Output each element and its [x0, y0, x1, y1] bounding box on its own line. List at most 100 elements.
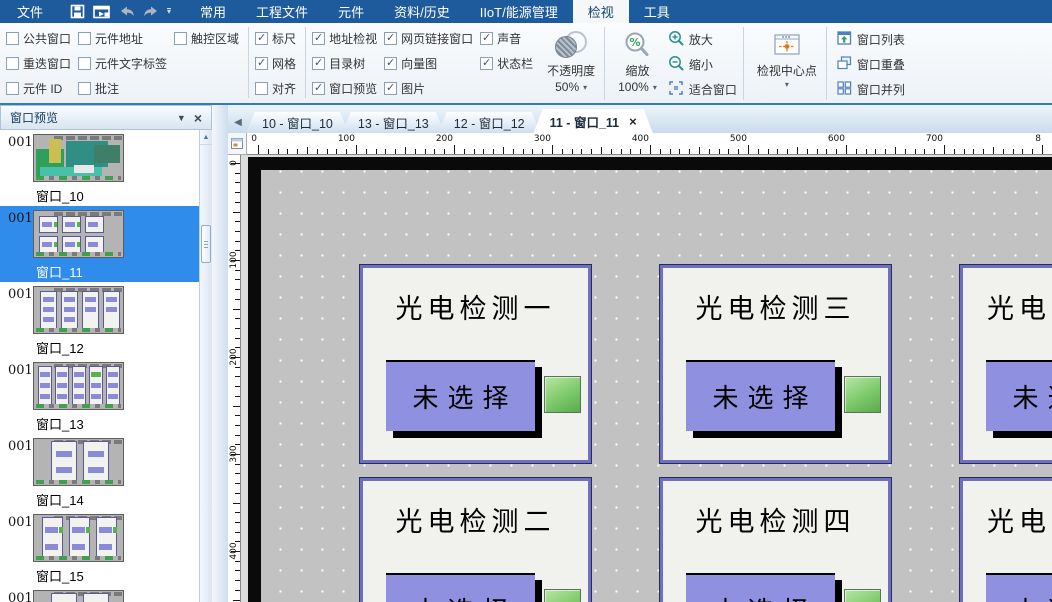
ruler-tick: [233, 309, 240, 310]
ruler-tick: [630, 149, 631, 154]
window-preview-item[interactable]: 0016: [0, 586, 199, 602]
ribbon-checkbox[interactable]: ✓状态栏: [480, 51, 533, 76]
scrollbar-thumb[interactable]: [201, 225, 211, 263]
fit-window-button[interactable]: 适合窗口: [664, 77, 741, 102]
zoom-in-button[interactable]: 放大: [664, 27, 741, 52]
window-tile-button[interactable]: 窗口并列: [833, 77, 909, 102]
hmi-select-button[interactable]: 未选择: [986, 360, 1052, 431]
hmi-select-button[interactable]: 未选择: [386, 360, 535, 431]
ruler-tick: [836, 149, 837, 154]
menu-tab[interactable]: 检视: [573, 0, 629, 23]
editor-tab[interactable]: 13 - 窗口_13: [342, 112, 445, 133]
ruler-tick: [699, 147, 700, 154]
ribbon-checkbox[interactable]: 元件地址: [78, 26, 167, 51]
checkbox-checked-icon: ✓: [255, 32, 268, 45]
view-center-button[interactable]: 检视中心点 ▾: [750, 26, 824, 91]
hmi-select-button[interactable]: 未选择: [686, 360, 835, 431]
ribbon-checkbox[interactable]: 重迭窗口: [6, 51, 71, 76]
ribbon-checkbox[interactable]: 批注: [78, 76, 167, 101]
undo-icon[interactable]: [119, 5, 135, 18]
hmi-group-panel[interactable]: 光电未选择: [960, 265, 1052, 463]
customize-toolbar-icon[interactable]: ▾: [167, 8, 171, 15]
hmi-group-panel[interactable]: 光电检测二未选择: [360, 478, 591, 602]
window-list-label: 窗口列表: [857, 31, 905, 48]
thumbnail-shape: [51, 593, 77, 602]
window-preview-item[interactable]: 0010窗口_10: [0, 130, 199, 206]
window-preview-header: 窗口预览 ▼ ×: [0, 105, 212, 130]
menu-tab[interactable]: 工具: [629, 0, 685, 23]
ruler-tick: [591, 149, 592, 154]
ribbon-checkbox[interactable]: ✓标尺: [255, 26, 296, 51]
hmi-status-indicator[interactable]: [544, 376, 581, 413]
ribbon-checkbox[interactable]: 元件文字标签: [78, 51, 167, 76]
export-window-icon[interactable]: [93, 5, 111, 19]
hmi-canvas[interactable]: 光电检测一未选择光电检测三未选择光电未选择光电检测二未选择光电检测四未选择光电未…: [241, 155, 1052, 602]
menu-file-button[interactable]: 文件: [0, 0, 60, 23]
tab-scroll-left-icon[interactable]: ◀: [230, 112, 246, 133]
editor-tab[interactable]: 10 - 窗口_10: [246, 112, 349, 133]
hmi-select-button[interactable]: 未选择: [686, 573, 835, 602]
hmi-group-panel[interactable]: 光电检测一未选择: [360, 265, 591, 463]
editor-tab[interactable]: 12 - 窗口_12: [438, 112, 541, 133]
panel-dropdown-icon[interactable]: ▼: [177, 113, 186, 123]
checkbox-label: 网格: [272, 55, 296, 72]
hmi-group-panel[interactable]: 光电检测三未选择: [660, 265, 891, 463]
hmi-status-indicator[interactable]: [844, 589, 881, 602]
ruler-tick: [278, 149, 279, 154]
ribbon-checkbox[interactable]: ✓网页链接窗口: [384, 26, 473, 51]
ribbon-checkbox[interactable]: 元件 ID: [6, 76, 71, 101]
ruler-corner-icon[interactable]: [228, 133, 247, 155]
ruler-tick: [611, 149, 612, 154]
editor-tab[interactable]: 11 - 窗口_11×: [534, 109, 653, 133]
save-icon[interactable]: [70, 4, 85, 19]
ribbon-checkbox[interactable]: ✓窗口预览: [312, 76, 377, 101]
hmi-group-panel[interactable]: 光电检测四未选择: [660, 478, 891, 602]
ribbon-checkbox[interactable]: 对齐: [255, 76, 296, 101]
ruler-tick: [336, 149, 337, 154]
hmi-select-button[interactable]: 未选择: [386, 573, 535, 602]
ribbon-checkbox[interactable]: ✓网格: [255, 51, 296, 76]
ribbon-checkbox[interactable]: ✓声音: [480, 26, 533, 51]
menu-tab[interactable]: IIoT/能源管理: [465, 0, 573, 23]
editor-tab-bar: ◀ 10 - 窗口_1013 - 窗口_1312 - 窗口_1211 - 窗口_…: [228, 105, 1052, 133]
window-preview-item[interactable]: 0013窗口_13: [0, 358, 199, 434]
preview-scrollbar[interactable]: ▲: [199, 130, 212, 602]
hmi-status-indicator[interactable]: [844, 376, 881, 413]
ribbon-checkbox[interactable]: ✓地址检视: [312, 26, 377, 51]
ribbon-checkbox[interactable]: 公共窗口: [6, 26, 71, 51]
ruler-tick: [434, 149, 435, 154]
menu-tab[interactable]: 元件: [323, 0, 379, 23]
window-preview-item[interactable]: 0012窗口_12: [0, 282, 199, 358]
ribbon-checkbox[interactable]: ✓目录树: [312, 51, 377, 76]
window-preview-item[interactable]: 0015窗口_15: [0, 510, 199, 586]
ribbon-separator: [248, 27, 249, 98]
redo-icon[interactable]: [143, 5, 159, 18]
panel-splitter[interactable]: [212, 105, 228, 602]
menu-tab[interactable]: 资料/历史: [379, 0, 465, 23]
window-preview-item[interactable]: 0011窗口_11: [0, 206, 199, 282]
zoom-out-button[interactable]: 缩小: [664, 52, 741, 77]
ruler-label: 400: [619, 134, 649, 144]
ruler-tick: [983, 149, 984, 154]
opacity-button[interactable]: 不透明度 50%▾: [540, 26, 602, 96]
checkbox-label: 元件地址: [95, 30, 143, 47]
ruler-tick: [650, 145, 651, 154]
ruler-tick: [235, 376, 240, 377]
zoom-button[interactable]: % 缩放 100%▾: [611, 26, 664, 96]
ribbon-checkbox[interactable]: ✓图片: [384, 76, 473, 101]
hmi-group-panel[interactable]: 光电未选择: [960, 478, 1052, 602]
window-overlap-button[interactable]: 窗口重叠: [833, 52, 909, 77]
window-list-button[interactable]: 窗口列表: [833, 27, 909, 52]
scroll-up-icon[interactable]: ▲: [200, 130, 212, 145]
ruler-tick: [552, 145, 553, 154]
tab-close-icon[interactable]: ×: [629, 114, 637, 129]
panel-close-icon[interactable]: ×: [194, 112, 202, 124]
hmi-status-indicator[interactable]: [544, 589, 581, 602]
hmi-select-button[interactable]: 未选择: [986, 573, 1052, 602]
window-preview-item[interactable]: 0014窗口_14: [0, 434, 199, 510]
ruler-tick: [728, 149, 729, 154]
ribbon-checkbox[interactable]: 触控区域: [174, 26, 239, 51]
ribbon-checkbox[interactable]: ✓向量图: [384, 51, 473, 76]
menu-tab[interactable]: 工程文件: [241, 0, 323, 23]
menu-tab[interactable]: 常用: [185, 0, 241, 23]
